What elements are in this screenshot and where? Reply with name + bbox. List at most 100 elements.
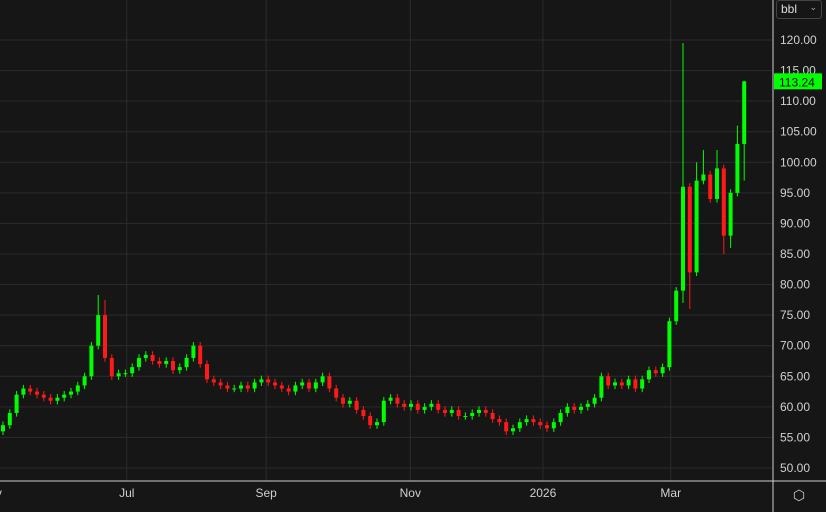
candle-down <box>483 409 488 413</box>
chevron-down-icon: ⌄ <box>809 2 817 12</box>
candle-up <box>116 373 121 377</box>
y-tick-label: 60.00 <box>780 400 810 414</box>
candle-up <box>137 357 141 368</box>
candle-up <box>613 382 617 386</box>
candle-up <box>69 391 73 395</box>
candle-up <box>259 379 264 383</box>
candle-up <box>429 403 434 407</box>
candle-up <box>681 186 685 291</box>
candle-up <box>347 400 352 404</box>
candle-up <box>517 422 522 429</box>
candle-up <box>184 357 189 368</box>
candle-down <box>218 382 223 386</box>
candle-down <box>225 385 230 389</box>
candle-down <box>504 422 509 432</box>
candle-down <box>361 409 366 417</box>
candle-down <box>334 388 339 398</box>
candle-up <box>422 406 427 410</box>
candle-down <box>721 168 726 236</box>
candle-up <box>191 345 196 358</box>
candle-up <box>524 419 529 423</box>
candle-up <box>728 192 733 236</box>
candle-down <box>245 385 250 389</box>
candle-down <box>171 361 175 371</box>
candle-down <box>490 412 495 420</box>
candle-up <box>565 406 570 413</box>
x-tick-label: Mar <box>660 486 681 500</box>
candle-up <box>177 367 182 371</box>
candle-up <box>14 394 19 413</box>
candle-up <box>660 367 665 374</box>
candle-down <box>157 361 162 365</box>
unit-dropdown[interactable]: bbl ⌄ <box>776 0 822 19</box>
candle-down <box>619 382 624 386</box>
chart[interactable]: 50.00 55.00 60.00 65.00 70.00 75.00 80.00 85.00… <box>0 0 826 512</box>
candle-up <box>75 385 80 392</box>
candle-down <box>266 379 271 383</box>
candle-down <box>354 400 359 410</box>
y-tick-label: 55.00 <box>780 430 810 444</box>
candle-up <box>647 370 651 380</box>
candle-down <box>103 315 107 358</box>
candle-down <box>368 416 373 426</box>
candle-up <box>62 394 67 398</box>
gear-icon[interactable]: ⬡ <box>790 486 808 504</box>
candle-down <box>41 394 46 398</box>
candle-down <box>456 409 461 417</box>
candle-up <box>409 403 413 407</box>
candle-down <box>606 376 611 386</box>
candle-up <box>694 180 699 273</box>
candle-down <box>35 391 39 395</box>
candle-down <box>497 419 502 423</box>
candle-down <box>402 403 407 407</box>
x-tick-label: Nov <box>400 486 421 500</box>
candle-down <box>307 382 311 389</box>
candle-down <box>443 409 447 413</box>
x-tick-label: Sep <box>255 486 277 500</box>
candle-up <box>82 376 87 386</box>
candle-up <box>511 428 515 432</box>
candle-down <box>572 406 577 410</box>
candle-down <box>286 388 291 392</box>
candle-up <box>55 397 60 401</box>
candle-up <box>89 345 94 377</box>
candle-down <box>687 186 692 273</box>
y-tick-label: 95.00 <box>780 186 810 200</box>
candle-down <box>538 422 543 426</box>
candle-up <box>1 425 5 432</box>
candle-up <box>674 290 679 322</box>
candle-down <box>708 174 713 199</box>
candle-up <box>123 373 128 375</box>
candle-down <box>341 397 345 404</box>
candlestick-chart[interactable]: 50.00 55.00 60.00 65.00 70.00 75.00 80.00 85.00… <box>0 0 826 512</box>
y-tick-label: 80.00 <box>780 278 810 292</box>
candle-up <box>375 422 379 426</box>
candle-down <box>273 382 277 386</box>
candle-up <box>640 379 645 389</box>
last-price-label: 113.24 <box>779 75 815 89</box>
candle-down <box>109 357 114 377</box>
y-tick-label: 105.00 <box>780 125 817 139</box>
y-tick-label: 100.00 <box>780 155 817 169</box>
candle-up <box>449 409 454 413</box>
candle-down <box>415 403 420 410</box>
candle-down <box>211 379 216 383</box>
candle-up <box>701 174 706 181</box>
candle-down <box>531 419 536 423</box>
candle-up <box>592 397 597 404</box>
candle-up <box>320 376 325 383</box>
candle-up <box>558 412 563 423</box>
y-tick-label: 110.00 <box>780 94 816 108</box>
candle-up <box>477 409 481 413</box>
candle-up <box>130 367 135 374</box>
candle-down <box>633 379 638 389</box>
candle-up <box>7 412 12 426</box>
candle-up <box>300 382 305 386</box>
candle-down <box>28 388 33 392</box>
candle-down <box>279 385 284 389</box>
candle-up <box>579 406 583 410</box>
candle-down <box>653 370 658 374</box>
y-tick-label: 85.00 <box>780 247 810 261</box>
x-tick-label: y <box>0 486 2 500</box>
candle-down <box>395 397 400 404</box>
